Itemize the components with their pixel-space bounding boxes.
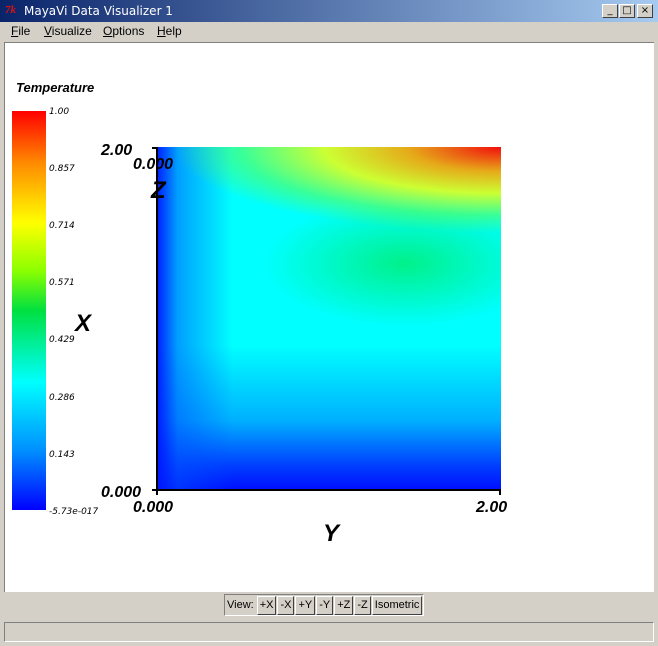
status-bar — [4, 622, 654, 642]
y-axis-line — [156, 489, 501, 491]
y-axis-min: 0.000 — [133, 499, 174, 516]
view-plus-y-button[interactable]: +Y — [295, 595, 316, 615]
bottom-panel: View: +X -X +Y -Y +Z -Z Isometric — [0, 592, 658, 646]
z-axis-label: 0.000 — [133, 156, 174, 173]
colorbar-tick: 0.429 — [49, 335, 75, 345]
view-toolbar: View: +X -X +Y -Y +Z -Z Isometric — [224, 594, 425, 616]
view-isometric-button[interactable]: Isometric — [371, 595, 423, 615]
maximize-button[interactable]: □ — [619, 4, 635, 18]
title-bar: 7k MayaVi Data Visualizer 1 _ □ × — [0, 0, 658, 22]
menu-options[interactable]: Options — [103, 24, 144, 38]
axis-tick — [152, 147, 157, 149]
colorbar-tick: 0.571 — [49, 278, 75, 288]
close-button[interactable]: × — [637, 4, 653, 18]
render-canvas[interactable]: Temperature 1.00 0.857 0.714 0.571 0.429… — [4, 42, 654, 592]
temperature-surface — [157, 147, 501, 489]
x-axis-max: 2.00 — [101, 142, 133, 159]
view-minus-z-button[interactable]: -Z — [354, 595, 371, 615]
z-axis-title: Z — [151, 177, 166, 204]
menu-file[interactable]: File — [11, 24, 30, 38]
colorbar-tick: -5.73e-017 — [49, 507, 99, 517]
view-plus-z-button[interactable]: +Z — [334, 595, 354, 615]
colorbar-tick: 0.714 — [49, 221, 75, 231]
view-plus-x-button[interactable]: +X — [256, 595, 277, 615]
colorbar-tick: 0.286 — [49, 393, 75, 403]
window-title: MayaVi Data Visualizer 1 — [24, 4, 173, 18]
menu-visualize[interactable]: Visualize — [44, 24, 92, 38]
menu-bar: File Visualize Options Help — [0, 22, 658, 41]
minimize-button[interactable]: _ — [602, 4, 618, 18]
legend-title: Temperature — [16, 80, 95, 95]
axis-tick — [499, 489, 501, 495]
menu-help[interactable]: Help — [157, 24, 182, 38]
y-axis-title: Y — [323, 520, 340, 547]
colorbar-tick: 1.00 — [49, 107, 70, 117]
colorbar-tick: 0.143 — [49, 450, 75, 460]
tk-icon: 7k — [5, 4, 16, 16]
color-bar — [12, 111, 46, 510]
y-axis-max: 2.00 — [476, 499, 508, 516]
view-label: View: — [227, 599, 254, 611]
x-axis-title: X — [75, 310, 92, 337]
colorbar-tick: 0.857 — [49, 164, 75, 174]
axis-tick — [156, 489, 158, 495]
view-minus-y-button[interactable]: -Y — [316, 595, 334, 615]
view-minus-x-button[interactable]: -X — [277, 595, 295, 615]
